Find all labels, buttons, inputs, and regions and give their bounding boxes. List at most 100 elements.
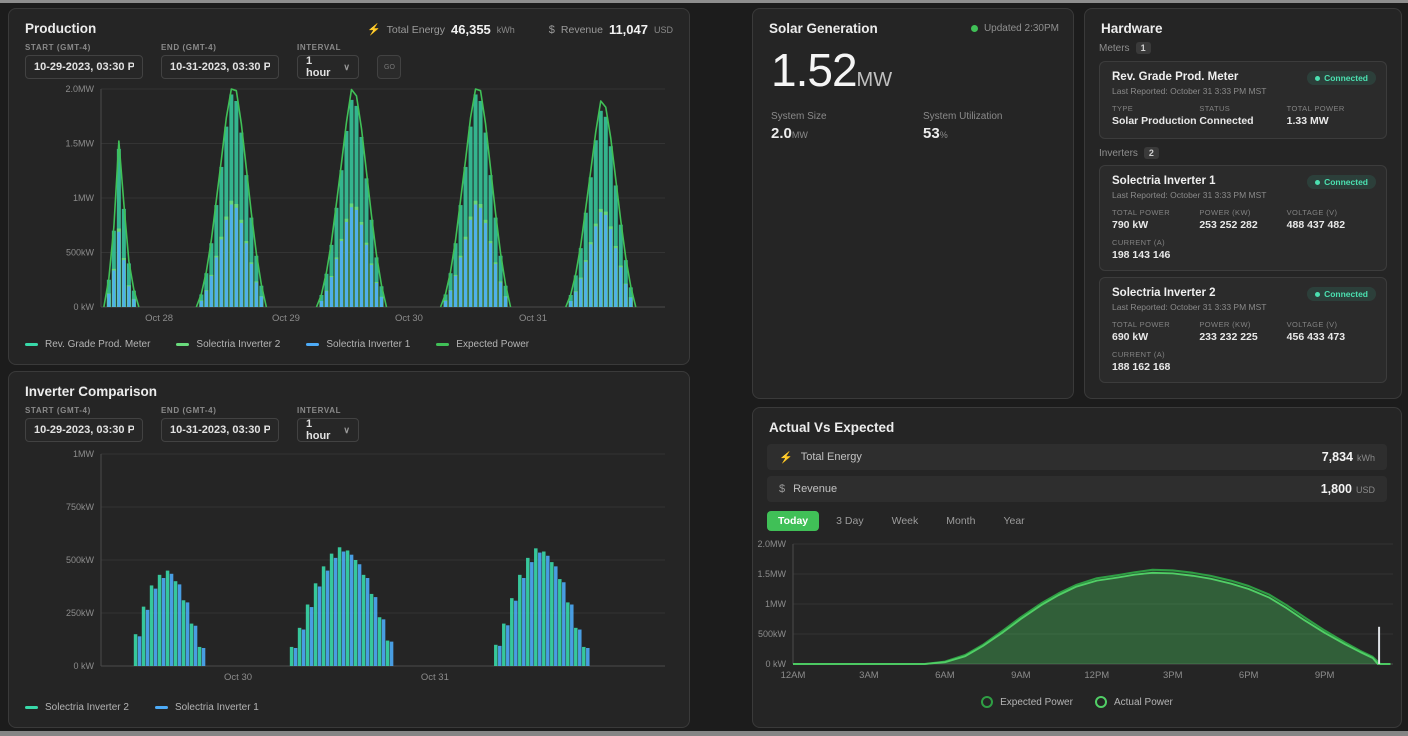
apply-button[interactable]: GO [377,55,401,79]
tab-3-day[interactable]: 3 Day [825,511,874,531]
end-field-group: END (GMT-4) [161,43,279,79]
utilization-unit: % [940,130,948,140]
revenue-stat: $ Revenue 11,047 USD [549,22,673,37]
total-energy-unit: kWh [1357,453,1375,463]
legend-item-expected[interactable]: Expected Power [436,339,529,350]
generation-unit: MW [857,69,893,91]
badge-label: Connected [1324,73,1368,83]
total-energy-value: 46,355 [451,22,491,37]
field-value: 1.33 MW [1287,115,1374,127]
legend-item-inverter-1[interactable]: Solectria Inverter 1 [155,702,259,713]
tab-year[interactable]: Year [992,511,1035,531]
svg-text:500kW: 500kW [758,629,787,639]
start-label: START (GMT-4) [25,406,143,415]
badge-label: Connected [1324,289,1368,299]
svg-text:6AM: 6AM [935,670,955,681]
svg-text:Oct 30: Oct 30 [224,672,252,683]
field-value: Connected [1199,115,1286,127]
svg-text:1MW: 1MW [73,193,95,203]
meters-count-badge: 1 [1136,42,1151,54]
start-input[interactable] [25,418,143,442]
window-bottom-edge [0,731,1408,736]
total-energy-unit: kWh [497,25,515,35]
legend-label: Solectria Inverter 1 [175,702,259,713]
svg-text:0 kW: 0 kW [765,659,786,669]
interval-field-group: INTERVAL 1 hour ∨ [297,406,359,442]
legend-label: Actual Power [1114,697,1173,708]
connected-badge: Connected [1307,287,1376,301]
legend-swatch [176,343,189,346]
revenue-row: $ Revenue 1,800 USD [767,476,1387,502]
system-utilization: System Utilization 53% [923,111,1002,142]
svg-text:9PM: 9PM [1315,670,1335,681]
legend-label: Rev. Grade Prod. Meter [45,339,150,350]
revenue-label: Revenue [793,483,837,495]
field-label: VOLTAGE (V) [1287,320,1374,329]
tab-today[interactable]: Today [767,511,819,531]
field-total-power: TOTAL POWER 690 kW [1112,320,1199,343]
field-type: TYPE Solar Production [1112,104,1199,127]
solar-generation-title: Solar Generation [769,21,878,36]
legend-item-meter[interactable]: Rev. Grade Prod. Meter [25,339,150,350]
dollar-icon: $ [779,483,785,495]
svg-text:Oct 30: Oct 30 [395,313,423,324]
meter-card[interactable]: Rev. Grade Prod. Meter Connected Last Re… [1099,61,1387,139]
field-value: 253 252 282 [1199,219,1286,231]
lightning-icon: ⚡ [779,451,793,464]
tab-week[interactable]: Week [881,511,930,531]
legend-item-inverter-2[interactable]: Solectria Inverter 2 [176,339,280,350]
inverter-card-2[interactable]: Solectria Inverter 2 Connected Last Repo… [1099,277,1387,383]
inverter-comparison-title: Inverter Comparison [25,384,157,399]
actual-vs-expected-chart: 2.0MW1.5MW1MW500kW0 kW12AM3AM6AM9AM12PM3… [755,536,1401,697]
interval-label: INTERVAL [297,43,359,52]
interval-label: INTERVAL [297,406,359,415]
inverter-fields: TOTAL POWER 690 kW POWER (KW) 233 232 22… [1112,320,1374,343]
legend-item-inverter-2[interactable]: Solectria Inverter 2 [25,702,129,713]
legend-label: Expected Power [1000,697,1073,708]
tab-month[interactable]: Month [935,511,986,531]
system-size: System Size 2.0MW [771,111,827,142]
svg-text:0 kW: 0 kW [73,302,94,312]
end-input[interactable] [161,55,279,79]
legend-item-inverter-1[interactable]: Solectria Inverter 1 [306,339,410,350]
row-right: 1,800 USD [1321,482,1375,496]
svg-text:3PM: 3PM [1163,670,1183,681]
field-label: POWER (KW) [1199,208,1286,217]
connected-badge: Connected [1307,175,1376,189]
actual-vs-expected-legend: Expected Power Actual Power [753,696,1401,708]
actual-vs-expected-panel: Actual Vs Expected ⚡ Total Energy 7,834 … [752,407,1402,728]
end-input[interactable] [161,418,279,442]
revenue-value: 1,800 [1321,482,1352,496]
generation-number: 1.52 [771,44,857,96]
revenue-label: Revenue [561,24,603,36]
field-status: STATUS Connected [1199,104,1286,127]
row-left: $ Revenue [779,483,837,495]
revenue-unit: USD [1356,485,1375,495]
svg-text:1.5MW: 1.5MW [65,139,94,149]
field-label: CURRENT (A) [1112,238,1374,247]
field-voltage: VOLTAGE (V) 488 437 482 [1287,208,1374,231]
field-value: 233 232 225 [1199,331,1286,343]
expected-ring-icon [981,696,993,708]
inverter-card-1[interactable]: Solectria Inverter 1 Connected Last Repo… [1099,165,1387,271]
field-current: CURRENT (A) 188 162 168 [1112,350,1374,373]
svg-text:1.5MW: 1.5MW [757,569,786,579]
field-power: POWER (KW) 233 232 225 [1199,320,1286,343]
legend-item-actual[interactable]: Actual Power [1095,696,1173,708]
start-input[interactable] [25,55,143,79]
system-utilization-value: 53% [923,125,1002,142]
field-value: 488 437 482 [1287,219,1374,231]
field-label: CURRENT (A) [1112,350,1374,359]
interval-select[interactable]: 1 hour ∨ [297,418,359,442]
inverter-fields: TOTAL POWER 790 kW POWER (KW) 253 252 28… [1112,208,1374,231]
badge-label: Connected [1324,177,1368,187]
legend-item-expected[interactable]: Expected Power [981,696,1073,708]
interval-select[interactable]: 1 hour ∨ [297,55,359,79]
connected-badge: Connected [1307,71,1376,85]
svg-text:Oct 28: Oct 28 [145,313,173,324]
field-value: 690 kW [1112,331,1199,343]
interval-value: 1 hour [306,55,338,79]
last-reported: Last Reported: October 31 3:33 PM MST [1112,86,1374,96]
legend-swatch [436,343,449,346]
svg-text:Oct 31: Oct 31 [421,672,449,683]
